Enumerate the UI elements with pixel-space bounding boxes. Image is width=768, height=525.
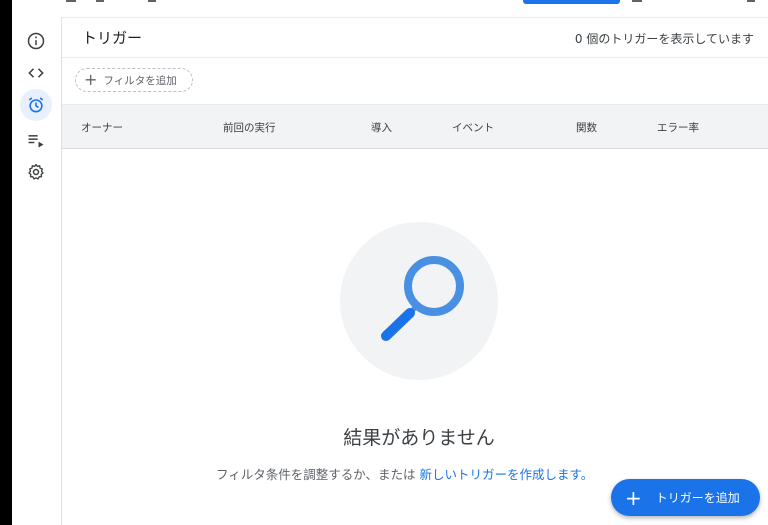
top-fragment-mark: [747, 0, 755, 2]
page-header: トリガー 0 個のトリガーを表示しています: [62, 17, 768, 58]
empty-state-subtitle-text: フィルタ条件を調整するか、または: [216, 467, 420, 482]
sidebar-item-overview[interactable]: [20, 25, 52, 57]
add-filter-button[interactable]: + フィルタを追加: [75, 68, 193, 92]
filter-row: + フィルタを追加: [62, 58, 768, 105]
trigger-count-text: 0 個のトリガーを表示しています: [574, 32, 754, 46]
side-nav-rail: [12, 17, 62, 525]
top-fragment-mark: [632, 0, 642, 2]
playlist-play-icon: [28, 135, 44, 148]
sidebar-item-executions[interactable]: [20, 124, 52, 156]
top-fragment-mark: [66, 0, 76, 2]
empty-state-illustration: [340, 222, 498, 380]
top-bar-fragment: [12, 0, 768, 18]
column-deployment[interactable]: 導入: [371, 120, 392, 135]
plus-icon: +: [625, 485, 642, 510]
alarm-clock-icon: [28, 97, 44, 113]
plus-icon: +: [84, 70, 98, 89]
table-header: オーナー 前回の実行 導入 イベント 関数 エラー率: [62, 105, 768, 149]
top-fragment-mark: [148, 0, 156, 2]
sidebar-item-settings[interactable]: [20, 156, 52, 188]
top-fragment-mark: [96, 0, 104, 2]
column-last-run[interactable]: 前回の実行: [223, 120, 276, 135]
column-error-rate[interactable]: エラー率: [657, 120, 699, 135]
code-icon: [28, 68, 44, 78]
column-owner[interactable]: オーナー: [81, 120, 123, 135]
add-trigger-label: トリガーを追加: [655, 491, 740, 505]
left-edge-strip: [0, 0, 12, 525]
page-title: トリガー: [82, 29, 143, 47]
sidebar-item-triggers[interactable]: [20, 89, 52, 121]
sidebar-item-editor[interactable]: [20, 57, 52, 89]
top-primary-button-fragment[interactable]: [523, 0, 620, 4]
gear-icon: [28, 163, 44, 180]
empty-state-subtitle: フィルタ条件を調整するか、または 新しいトリガーを作成します。: [216, 464, 593, 483]
add-trigger-button[interactable]: + トリガーを追加: [611, 479, 760, 516]
info-icon: [27, 32, 45, 50]
column-function[interactable]: 関数: [576, 120, 597, 135]
empty-state-title: 結果がありません: [343, 427, 495, 449]
create-trigger-link[interactable]: 新しいトリガーを作成します。: [419, 467, 593, 482]
add-filter-label: フィルタを追加: [103, 74, 177, 87]
main-content: トリガー 0 個のトリガーを表示しています + フィルタを追加 オーナー 前回の…: [62, 17, 768, 525]
column-event[interactable]: イベント: [452, 120, 494, 135]
magnifier-icon: [381, 256, 464, 341]
